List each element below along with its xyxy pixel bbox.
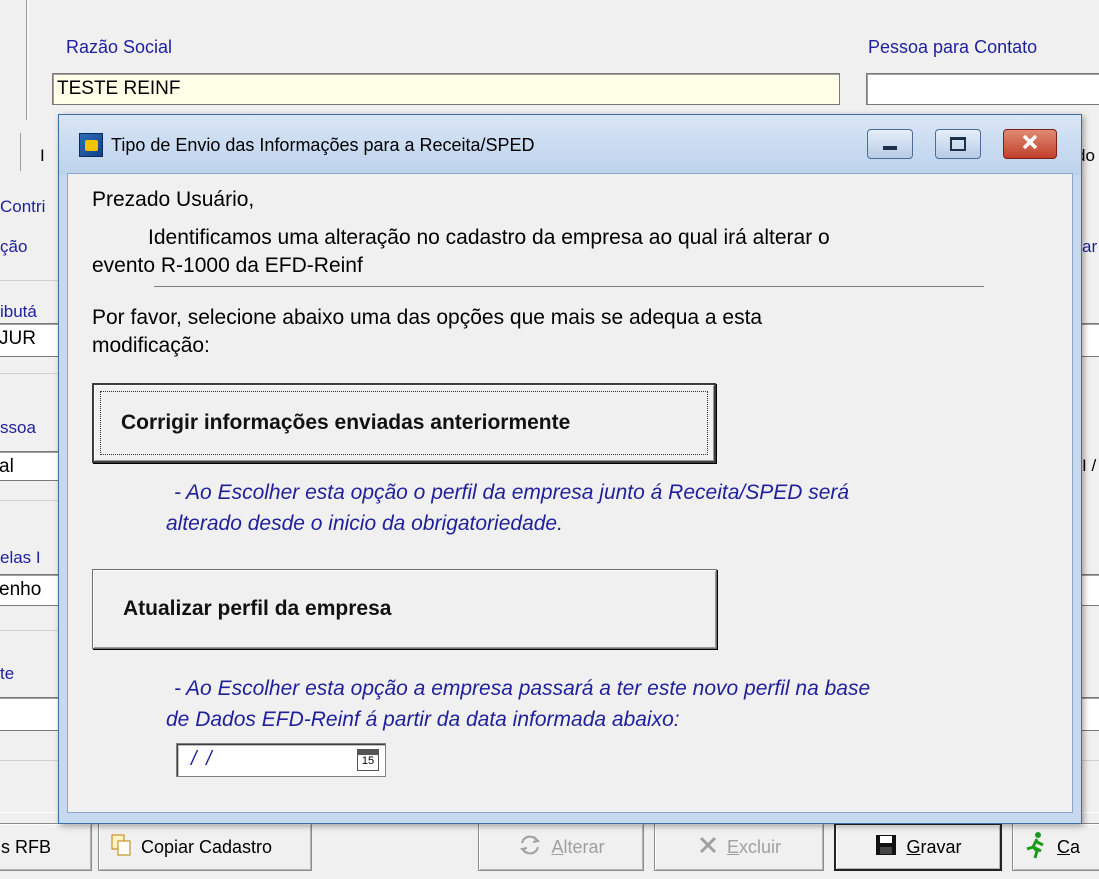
excluir-button[interactable]: Excluir (654, 823, 824, 871)
field-fragment[interactable]: al (0, 451, 60, 481)
copy-icon (109, 833, 133, 862)
label-fragment-right: ar (1082, 237, 1098, 256)
cancelar-button[interactable]: Ca (1012, 823, 1099, 871)
greeting-text: Prezado Usuário, (92, 188, 255, 211)
option2-note-line-1: - Ao Escolher esta opção a empresa passa… (174, 677, 871, 700)
contato-field[interactable] (866, 73, 1099, 105)
label-fragment: ssoa (0, 418, 36, 437)
copiar-cadastro-label: Copiar Cadastro (141, 836, 273, 857)
close-button[interactable] (1003, 129, 1057, 159)
label-fragment: ibutá (0, 302, 37, 321)
copiar-cadastro-button[interactable]: Copiar Cadastro (98, 823, 312, 871)
x-icon (697, 834, 719, 861)
minimize-icon (883, 146, 897, 150)
option2-note-line-2: de Dados EFD-Reinf á partir da data info… (166, 708, 680, 731)
close-icon (1021, 134, 1039, 155)
label-fragment: ção (0, 237, 28, 256)
label-fragment: elas I (0, 548, 41, 567)
maximize-icon (950, 137, 966, 151)
message-line-1: Identificamos uma alteração no cadastro … (148, 226, 830, 249)
tipo-envio-dialog: Tipo de Envio das Informações para a Rec… (58, 114, 1082, 824)
option1-note-line-1: - Ao Escolher esta opção o perfil da emp… (174, 481, 850, 504)
calendar-icon[interactable]: 15 (357, 749, 379, 771)
label-fragment: te (0, 664, 15, 683)
alterar-button[interactable]: Alterar (478, 823, 644, 871)
corrigir-informacoes-button[interactable]: Corrigir informações enviadas anteriorme… (92, 383, 716, 463)
label-fragment: Contri (0, 197, 46, 216)
dialog-body: Prezado Usuário, Identificamos uma alter… (67, 173, 1073, 813)
field-fragment[interactable]: enho (0, 574, 60, 606)
separator (154, 286, 984, 287)
field-fragment-right[interactable] (1080, 574, 1099, 606)
focus-rectangle (100, 391, 708, 455)
cancelar-label: Ca (1057, 836, 1081, 857)
field-fragment[interactable]: JUR (0, 323, 60, 357)
field-fragment[interactable] (0, 697, 60, 731)
field-fragment-right: I / (1082, 456, 1097, 475)
dialog-titlebar[interactable]: Tipo de Envio das Informações para a Rec… (59, 115, 1081, 175)
dialog-title: Tipo de Envio das Informações para a Rec… (111, 135, 535, 155)
contato-label: Pessoa para Contato (868, 37, 1038, 57)
app-icon (79, 133, 103, 157)
atualizar-perfil-button[interactable]: Atualizar perfil da empresa (92, 569, 717, 649)
excluir-label: Excluir (726, 836, 782, 857)
minimize-button[interactable] (867, 129, 913, 159)
gravar-button[interactable]: Gravar (834, 823, 1002, 871)
tab-fragment[interactable]: I (40, 146, 45, 166)
alterar-label: Alterar (551, 836, 605, 857)
razao-social-label: Razão Social (66, 37, 173, 57)
rfb-button[interactable]: s RFB (0, 823, 92, 871)
prompt-line-1: Por favor, selecione abaixo uma das opçõ… (92, 306, 763, 329)
option1-note-line-2: alterado desde o inicio da obrigatorieda… (166, 512, 563, 535)
running-man-icon (1023, 831, 1049, 864)
date-value: / / (191, 748, 214, 770)
razao-social-field[interactable]: TESTE REINF (52, 73, 840, 105)
rfb-button-label: s RFB (1, 836, 52, 857)
date-field[interactable]: / / 15 (176, 743, 386, 777)
field-fragment-right[interactable] (1080, 697, 1099, 731)
refresh-icon (517, 833, 543, 862)
field-fragment-right[interactable] (1080, 323, 1099, 357)
form-divider (26, 0, 27, 120)
maximize-button[interactable] (935, 129, 981, 159)
gravar-label: Gravar (906, 836, 962, 857)
floppy-disk-icon (874, 833, 898, 862)
atualizar-button-label: Atualizar perfil da empresa (123, 597, 392, 620)
message-line-2: evento R-1000 da EFD-Reinf (92, 254, 363, 277)
prompt-line-2: modificação: (92, 334, 210, 357)
